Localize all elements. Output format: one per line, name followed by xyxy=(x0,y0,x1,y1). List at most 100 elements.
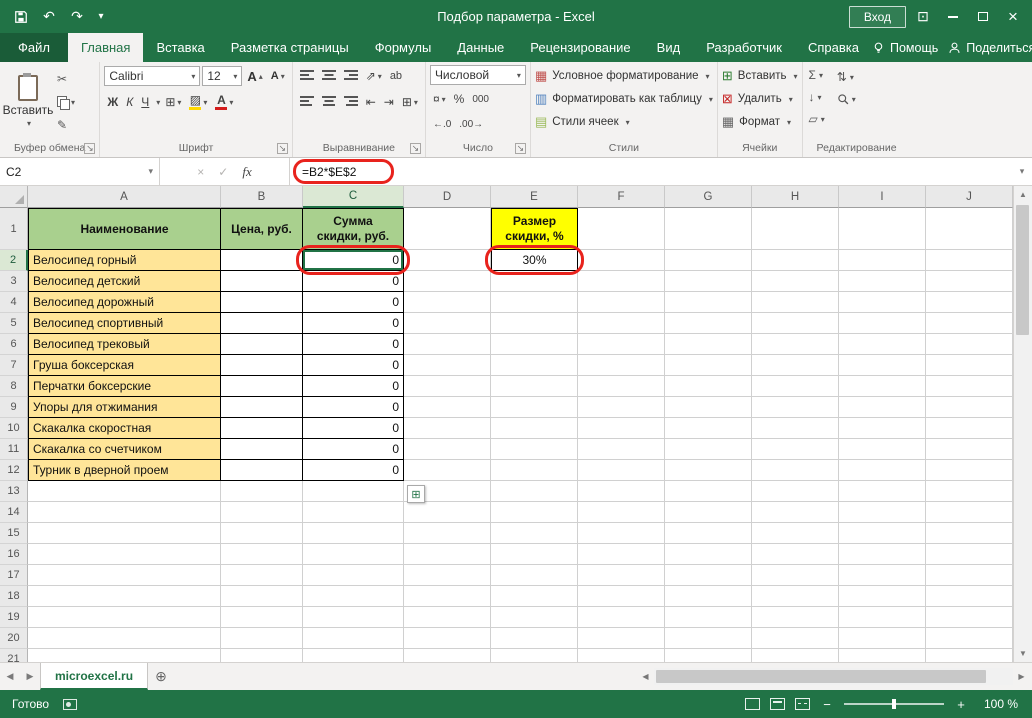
cell-C19[interactable] xyxy=(303,607,404,628)
cell-C7[interactable]: 0 xyxy=(303,355,404,376)
cell-D3[interactable] xyxy=(404,271,491,292)
zoom-slider[interactable] xyxy=(844,703,944,705)
cell-C14[interactable] xyxy=(303,502,404,523)
cell-F19[interactable] xyxy=(578,607,665,628)
cell-J12[interactable] xyxy=(926,460,1013,481)
align-top-icon[interactable] xyxy=(297,66,317,86)
cell-E15[interactable] xyxy=(491,523,578,544)
cell-J8[interactable] xyxy=(926,376,1013,397)
cell-E20[interactable] xyxy=(491,628,578,649)
cell-I2[interactable] xyxy=(839,250,926,271)
zoom-in-button[interactable]: + xyxy=(954,697,968,712)
row-header-19[interactable]: 19 xyxy=(0,607,28,628)
cell-G5[interactable] xyxy=(665,313,752,334)
cell-I10[interactable] xyxy=(839,418,926,439)
cell-D21[interactable] xyxy=(404,649,491,662)
align-left-icon[interactable] xyxy=(297,92,317,112)
insert-cells-button[interactable]: ⊞ Вставить ▾ xyxy=(722,65,798,87)
row-header-17[interactable]: 17 xyxy=(0,565,28,586)
cell-B7[interactable] xyxy=(221,355,303,376)
formula-bar-expand-icon[interactable]: ▾ xyxy=(1012,158,1032,185)
cell-C11[interactable]: 0 xyxy=(303,439,404,460)
enter-formula-icon[interactable]: ✓ xyxy=(218,165,228,179)
cell-A12[interactable]: Турник в дверной проем xyxy=(28,460,221,481)
cell-C1[interactable]: Сумма скидки, руб. xyxy=(303,208,404,250)
cell-J3[interactable] xyxy=(926,271,1013,292)
cell-C18[interactable] xyxy=(303,586,404,607)
italic-button[interactable]: К xyxy=(123,92,136,112)
cell-E17[interactable] xyxy=(491,565,578,586)
row-header-14[interactable]: 14 xyxy=(0,502,28,523)
cell-F17[interactable] xyxy=(578,565,665,586)
vertical-scroll-track[interactable] xyxy=(1014,203,1032,645)
sort-filter-button[interactable]: ⇅▾ xyxy=(835,67,858,87)
cell-J18[interactable] xyxy=(926,586,1013,607)
comma-style-button[interactable]: 000 xyxy=(469,89,492,109)
accounting-format-button[interactable]: ¤▾ xyxy=(430,89,449,109)
cell-F8[interactable] xyxy=(578,376,665,397)
cell-H19[interactable] xyxy=(752,607,839,628)
clear-button[interactable]: ▱▾ xyxy=(807,109,827,129)
cell-E18[interactable] xyxy=(491,586,578,607)
cell-J13[interactable] xyxy=(926,481,1013,502)
cell-J1[interactable] xyxy=(926,208,1013,250)
minimize-button[interactable] xyxy=(940,4,966,30)
align-bottom-icon[interactable] xyxy=(341,66,361,86)
cell-D10[interactable] xyxy=(404,418,491,439)
cell-C17[interactable] xyxy=(303,565,404,586)
insert-function-icon[interactable]: fx xyxy=(242,164,251,180)
delete-cells-button[interactable]: ⊠ Удалить ▾ xyxy=(722,88,798,110)
cell-H8[interactable] xyxy=(752,376,839,397)
cell-C2[interactable]: 0 xyxy=(303,250,404,271)
row-header-18[interactable]: 18 xyxy=(0,586,28,607)
row-header-20[interactable]: 20 xyxy=(0,628,28,649)
share-button[interactable]: Поделиться xyxy=(948,41,1032,55)
shrink-font-button[interactable]: А▾ xyxy=(268,66,288,86)
cell-D17[interactable] xyxy=(404,565,491,586)
cell-C16[interactable] xyxy=(303,544,404,565)
add-sheet-button[interactable]: ⊕ xyxy=(148,663,174,690)
row-header-15[interactable]: 15 xyxy=(0,523,28,544)
cell-F3[interactable] xyxy=(578,271,665,292)
dialog-launcher-icon[interactable]: ↘ xyxy=(515,143,526,154)
cell-E13[interactable] xyxy=(491,481,578,502)
cell-A21[interactable] xyxy=(28,649,221,662)
cell-J21[interactable] xyxy=(926,649,1013,662)
find-select-button[interactable]: ▾ xyxy=(835,89,858,109)
cell-A19[interactable] xyxy=(28,607,221,628)
sheet-nav-right-icon[interactable]: ▶ xyxy=(20,663,40,690)
cell-I9[interactable] xyxy=(839,397,926,418)
cell-I6[interactable] xyxy=(839,334,926,355)
ribbon-tab-formulas[interactable]: Формулы xyxy=(362,33,445,62)
format-painter-button[interactable]: ✎ xyxy=(55,115,77,135)
cell-A1[interactable]: Наименование xyxy=(28,208,221,250)
sheet-tab-microexcel[interactable]: microexcel.ru xyxy=(40,663,148,690)
dialog-launcher-icon[interactable]: ↘ xyxy=(84,143,95,154)
cell-H15[interactable] xyxy=(752,523,839,544)
cell-J7[interactable] xyxy=(926,355,1013,376)
cell-G10[interactable] xyxy=(665,418,752,439)
cell-B2[interactable] xyxy=(221,250,303,271)
copy-button[interactable]: ▾ xyxy=(55,92,77,112)
cut-button[interactable]: ✂ xyxy=(55,69,77,89)
cell-I17[interactable] xyxy=(839,565,926,586)
cell-J2[interactable] xyxy=(926,250,1013,271)
cell-A9[interactable]: Упоры для отжимания xyxy=(28,397,221,418)
conditional-formatting-button[interactable]: ▦ Условное форматирование ▾ xyxy=(535,65,713,87)
cell-G12[interactable] xyxy=(665,460,752,481)
ribbon-tab-help[interactable]: Справка xyxy=(795,33,872,62)
autosum-button[interactable]: Σ▾ xyxy=(807,65,827,85)
cell-G11[interactable] xyxy=(665,439,752,460)
cell-G16[interactable] xyxy=(665,544,752,565)
cell-B5[interactable] xyxy=(221,313,303,334)
cell-H9[interactable] xyxy=(752,397,839,418)
cell-D6[interactable] xyxy=(404,334,491,355)
cell-J11[interactable] xyxy=(926,439,1013,460)
cell-G2[interactable] xyxy=(665,250,752,271)
align-right-icon[interactable] xyxy=(341,92,361,112)
cell-J16[interactable] xyxy=(926,544,1013,565)
font-name-combo[interactable]: Calibri ▾ xyxy=(104,66,200,86)
cell-B15[interactable] xyxy=(221,523,303,544)
cell-E12[interactable] xyxy=(491,460,578,481)
increase-decimal-button[interactable]: ←.0 xyxy=(430,114,454,134)
